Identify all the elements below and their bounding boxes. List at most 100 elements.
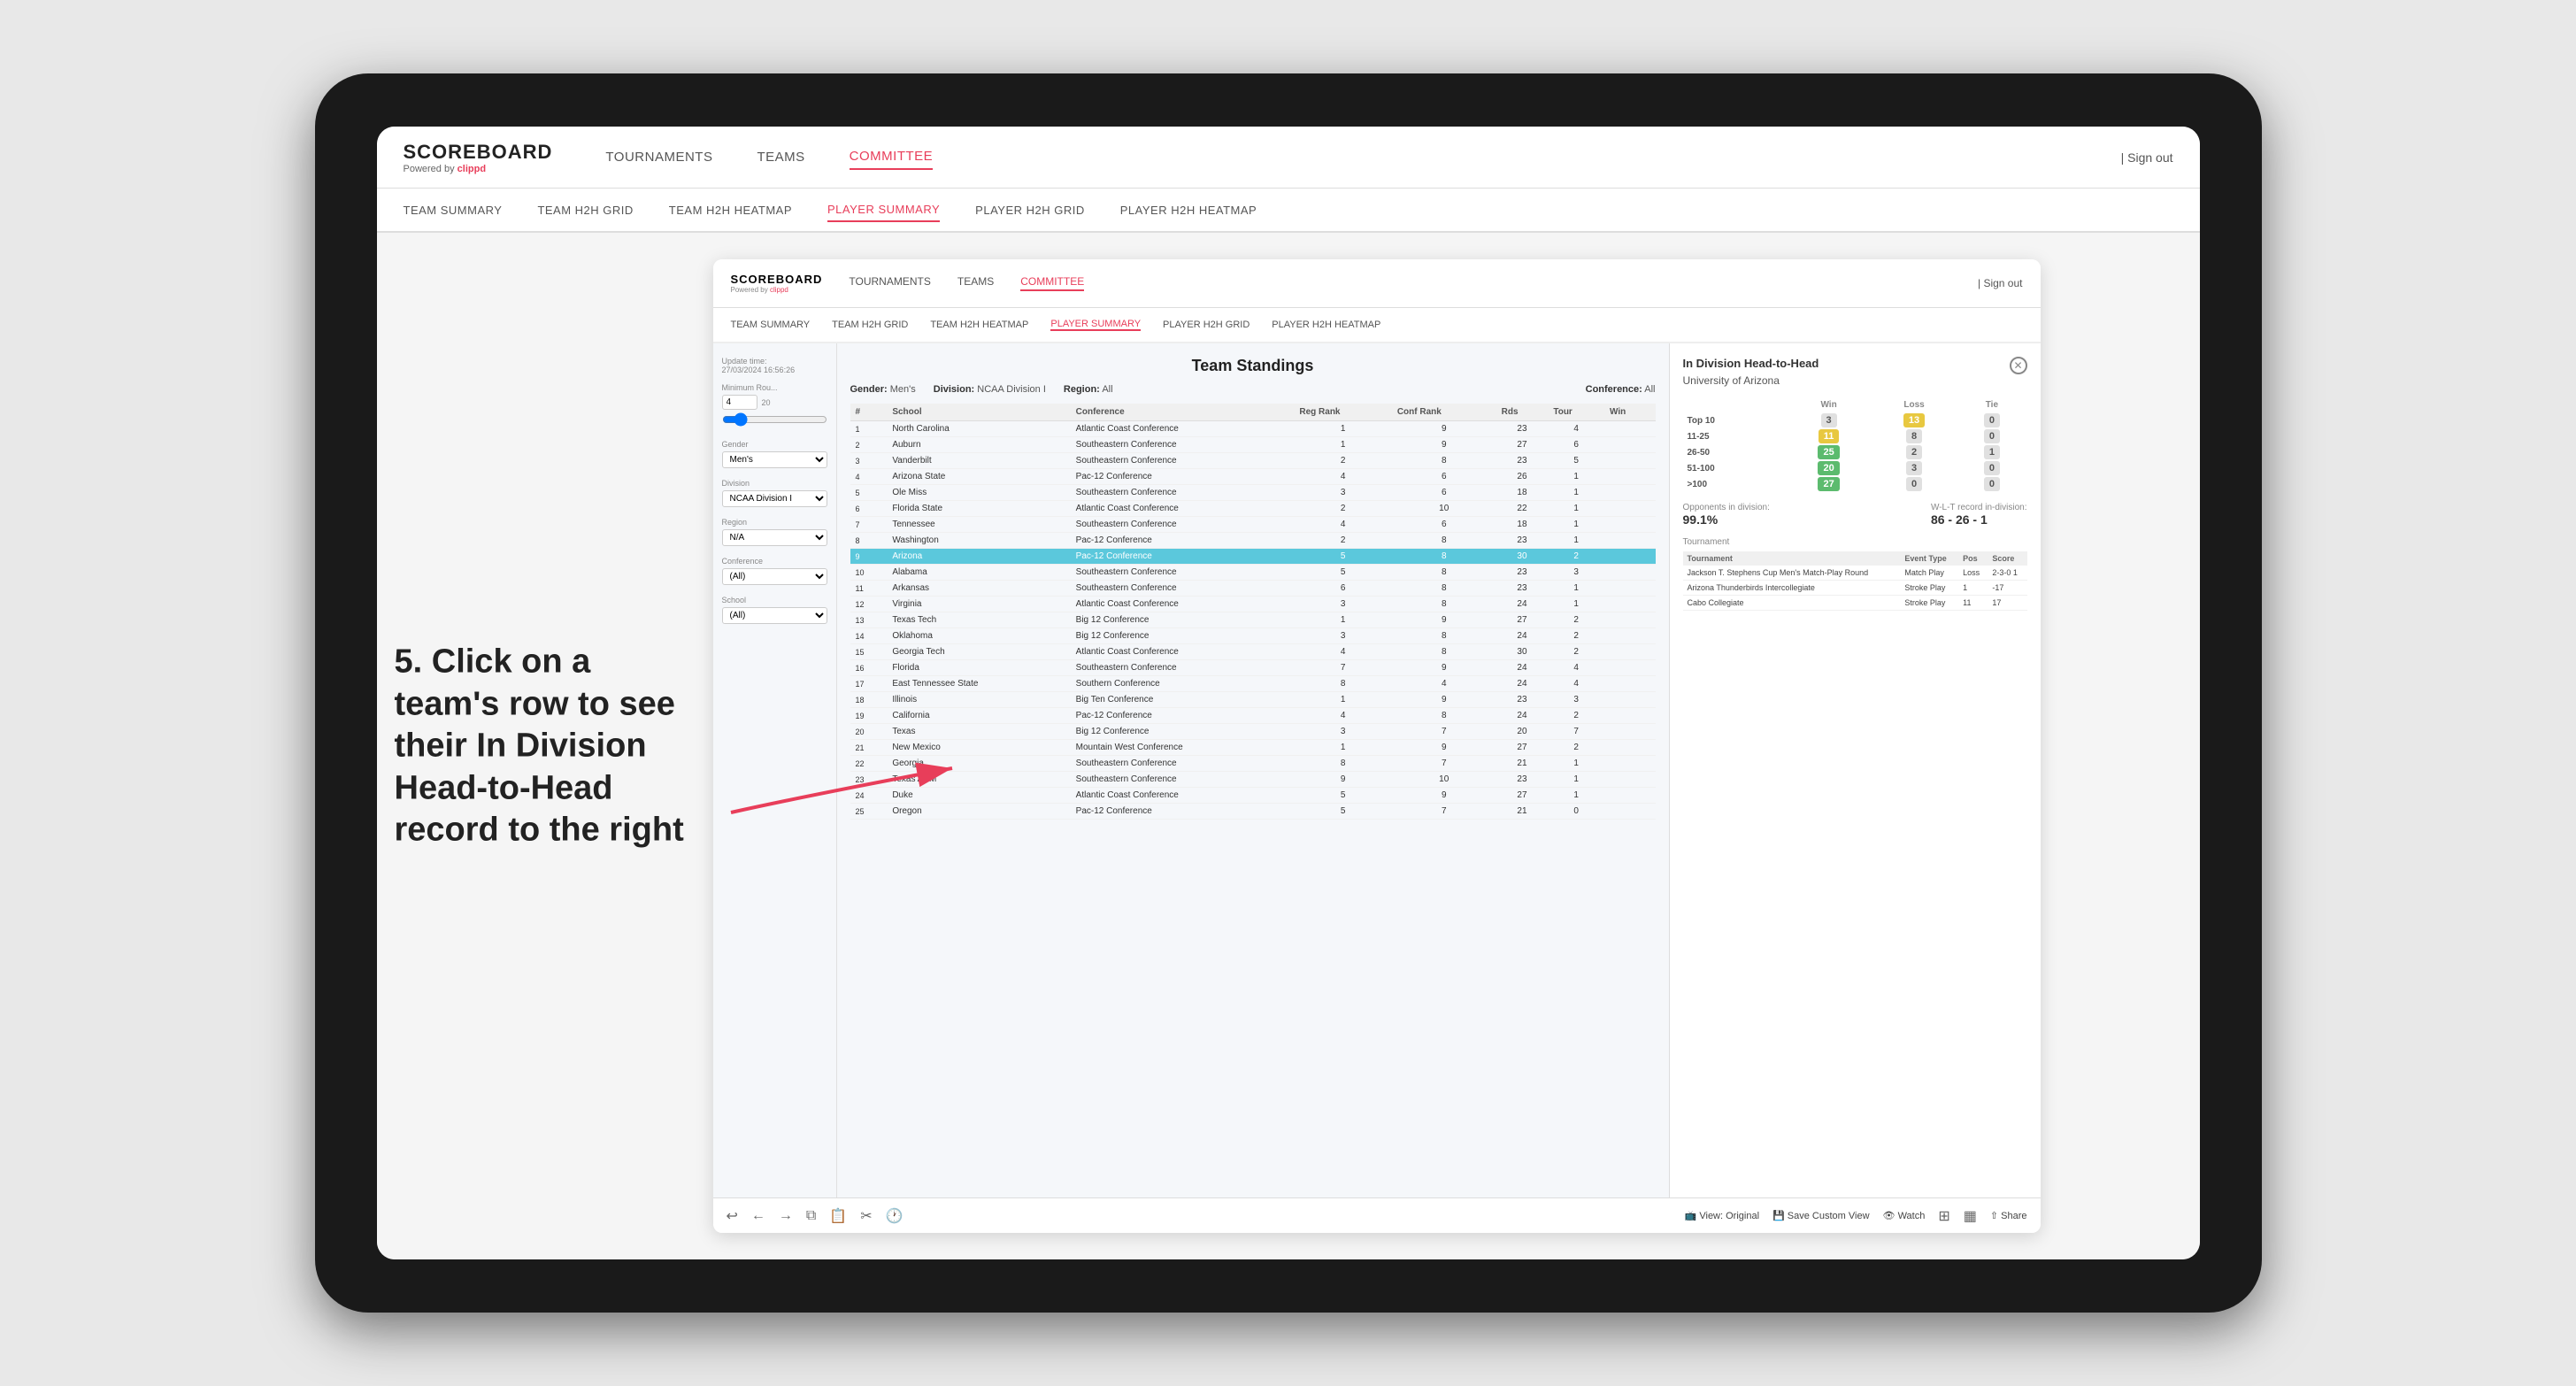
app-sub-player-h2h-heatmap[interactable]: PLAYER H2H HEATMAP (1272, 320, 1380, 330)
main-content: 5. Click on a team's row to see their In… (377, 233, 2200, 1259)
h2h-close-button[interactable]: ✕ (2010, 357, 2027, 374)
tablet-screen: SCOREBOARD Powered by clippd TOURNAMENTS… (377, 127, 2200, 1259)
school-filter: School (All) (722, 596, 827, 624)
cut-button[interactable]: ✂ (860, 1207, 872, 1225)
watch-button[interactable]: 👁 Watch (1883, 1210, 1926, 1221)
sub-nav-team-h2h-heatmap[interactable]: TEAM H2H HEATMAP (669, 199, 792, 221)
tournament-table: Tournament Event Type Pos Score Jackson … (1683, 551, 2027, 611)
clock-button[interactable]: 🕐 (886, 1207, 904, 1225)
tournament-row[interactable]: Cabo Collegiate Stroke Play 11 17 (1683, 596, 2027, 611)
table-row[interactable]: 22 Georgia Southeastern Conference 8 7 2… (850, 756, 1656, 772)
app-main-nav: TOURNAMENTS TEAMS COMMITTEE (849, 275, 1084, 291)
sub-nav-player-summary[interactable]: PLAYER SUMMARY (827, 198, 940, 222)
forward-button[interactable]: → (779, 1208, 793, 1224)
region-filter: Region N/A (722, 518, 827, 546)
share-button[interactable]: ⇧ Share (1990, 1210, 2027, 1221)
h2h-opponents-value: 99.1% (1683, 512, 1770, 527)
sign-out-button[interactable]: | Sign out (2121, 150, 2173, 165)
table-row[interactable]: 2 Auburn Southeastern Conference 1 9 27 … (850, 437, 1656, 453)
col-conf-rank: Conf Rank (1392, 404, 1496, 421)
table-row[interactable]: 15 Georgia Tech Atlantic Coast Conferenc… (850, 644, 1656, 660)
min-rou-input[interactable] (722, 395, 757, 410)
col-school: School (887, 404, 1070, 421)
app-nav-teams[interactable]: TEAMS (957, 275, 994, 291)
app-sub-player-h2h-grid[interactable]: PLAYER H2H GRID (1163, 320, 1250, 330)
table-row[interactable]: 21 New Mexico Mountain West Conference 1… (850, 740, 1656, 756)
sub-nav-team-summary[interactable]: TEAM SUMMARY (404, 199, 503, 221)
tcol-event-type: Event Type (1900, 551, 1958, 566)
nav-tournaments[interactable]: TOURNAMENTS (605, 145, 712, 169)
tcol-tournament: Tournament (1683, 551, 1901, 566)
tcol-score: Score (1988, 551, 2026, 566)
table-row[interactable]: 9 Arizona Pac-12 Conference 5 8 30 2 (850, 549, 1656, 565)
h2h-col-loss: Loss (1872, 397, 1957, 412)
grid-icon[interactable]: ▦ (1964, 1207, 1977, 1225)
back-button[interactable]: ← (751, 1208, 765, 1224)
h2h-panel: In Division Head-to-Head ✕ University of… (1669, 343, 2041, 1197)
table-row[interactable]: 16 Florida Southeastern Conference 7 9 2… (850, 660, 1656, 676)
gender-select[interactable]: Men's Women's (722, 451, 827, 468)
table-row[interactable]: 12 Virginia Atlantic Coast Conference 3 … (850, 597, 1656, 612)
tablet-icon[interactable]: ⊞ (1938, 1207, 1949, 1225)
app-sub-player-summary[interactable]: PLAYER SUMMARY (1050, 319, 1141, 331)
table-row[interactable]: 17 East Tennessee State Southern Confere… (850, 676, 1656, 692)
standings-table: # School Conference Reg Rank Conf Rank R… (850, 404, 1656, 820)
table-row[interactable]: 13 Texas Tech Big 12 Conference 1 9 27 2 (850, 612, 1656, 628)
sub-nav-team-h2h-grid[interactable]: TEAM H2H GRID (537, 199, 633, 221)
table-row[interactable]: 23 Texas A&M Southeastern Conference 9 1… (850, 772, 1656, 788)
copy-button[interactable]: ⧉ (806, 1208, 816, 1224)
table-row[interactable]: 14 Oklahoma Big 12 Conference 3 8 24 2 (850, 628, 1656, 644)
table-row[interactable]: 3 Vanderbilt Southeastern Conference 2 8… (850, 453, 1656, 469)
tablet-device: SCOREBOARD Powered by clippd TOURNAMENTS… (315, 73, 2262, 1313)
tournament-row[interactable]: Jackson T. Stephens Cup Men's Match-Play… (1683, 566, 2027, 581)
standings-filter-bar: Gender: Men's Division: NCAA Division I … (850, 384, 1656, 395)
h2h-row: Top 10 3 13 0 (1683, 412, 2027, 428)
app-nav-tournaments[interactable]: TOURNAMENTS (849, 275, 930, 291)
save-custom-button[interactable]: 💾 Save Custom View (1772, 1210, 1870, 1221)
min-rou-slider[interactable] (722, 412, 827, 427)
app-top-nav: SCOREBOARD Powered by clippd TOURNAMENTS… (713, 259, 2041, 308)
sub-nav: TEAM SUMMARY TEAM H2H GRID TEAM H2H HEAT… (377, 189, 2200, 233)
table-row[interactable]: 24 Duke Atlantic Coast Conference 5 9 27… (850, 788, 1656, 804)
tournament-row[interactable]: Arizona Thunderbirds Intercollegiate Str… (1683, 581, 2027, 596)
col-rank: # (850, 404, 888, 421)
table-row[interactable]: 25 Oregon Pac-12 Conference 5 7 21 0 (850, 804, 1656, 820)
app-sub-team-h2h-grid[interactable]: TEAM H2H GRID (832, 320, 908, 330)
h2h-row: >100 27 0 0 (1683, 476, 2027, 492)
col-rds: Rds (1496, 404, 1549, 421)
table-row[interactable]: 20 Texas Big 12 Conference 3 7 20 7 (850, 724, 1656, 740)
col-tour: Tour (1548, 404, 1604, 421)
app-nav-committee[interactable]: COMMITTEE (1020, 275, 1084, 291)
table-row[interactable]: 4 Arizona State Pac-12 Conference 4 6 26… (850, 469, 1656, 485)
undo-button[interactable]: ↩ (727, 1207, 738, 1225)
table-row[interactable]: 1 North Carolina Atlantic Coast Conferen… (850, 421, 1656, 437)
table-row[interactable]: 18 Illinois Big Ten Conference 1 9 23 3 (850, 692, 1656, 708)
school-select[interactable]: (All) (722, 607, 827, 624)
paste-button[interactable]: 📋 (829, 1207, 847, 1225)
app-sign-out[interactable]: | Sign out (1978, 277, 2023, 289)
table-row[interactable]: 6 Florida State Atlantic Coast Conferenc… (850, 501, 1656, 517)
table-row[interactable]: 19 California Pac-12 Conference 4 8 24 2 (850, 708, 1656, 724)
conference-select[interactable]: (All) (722, 568, 827, 585)
sub-nav-player-h2h-grid[interactable]: PLAYER H2H GRID (975, 199, 1085, 221)
app-sub-team-summary[interactable]: TEAM SUMMARY (731, 320, 811, 330)
table-row[interactable]: 11 Arkansas Southeastern Conference 6 8 … (850, 581, 1656, 597)
table-row[interactable]: 5 Ole Miss Southeastern Conference 3 6 1… (850, 485, 1656, 501)
min-rou-filter: Minimum Rou... 20 (722, 383, 827, 429)
h2h-team-name: University of Arizona (1683, 374, 2027, 387)
sub-nav-player-h2h-heatmap[interactable]: PLAYER H2H HEATMAP (1120, 199, 1257, 221)
table-row[interactable]: 10 Alabama Southeastern Conference 5 8 2… (850, 565, 1656, 581)
table-row[interactable]: 7 Tennessee Southeastern Conference 4 6 … (850, 517, 1656, 533)
toolbar-right: 📺 View: Original 💾 Save Custom View 👁 Wa… (1685, 1207, 2027, 1225)
region-select[interactable]: N/A (722, 529, 827, 546)
conference-filter: Conference (All) (722, 557, 827, 585)
h2h-wlt-value: 86 - 26 - 1 (1931, 512, 2027, 527)
table-row[interactable]: 8 Washington Pac-12 Conference 2 8 23 1 (850, 533, 1656, 549)
standings-title: Team Standings (850, 357, 1656, 375)
nav-teams[interactable]: TEAMS (757, 145, 804, 169)
view-original-button[interactable]: 📺 View: Original (1685, 1210, 1759, 1221)
division-select[interactable]: NCAA Division I (722, 490, 827, 507)
nav-committee[interactable]: COMMITTEE (850, 144, 934, 170)
app-sub-team-h2h-heatmap[interactable]: TEAM H2H HEATMAP (930, 320, 1028, 330)
logo-sub: Powered by clippd (404, 164, 553, 174)
